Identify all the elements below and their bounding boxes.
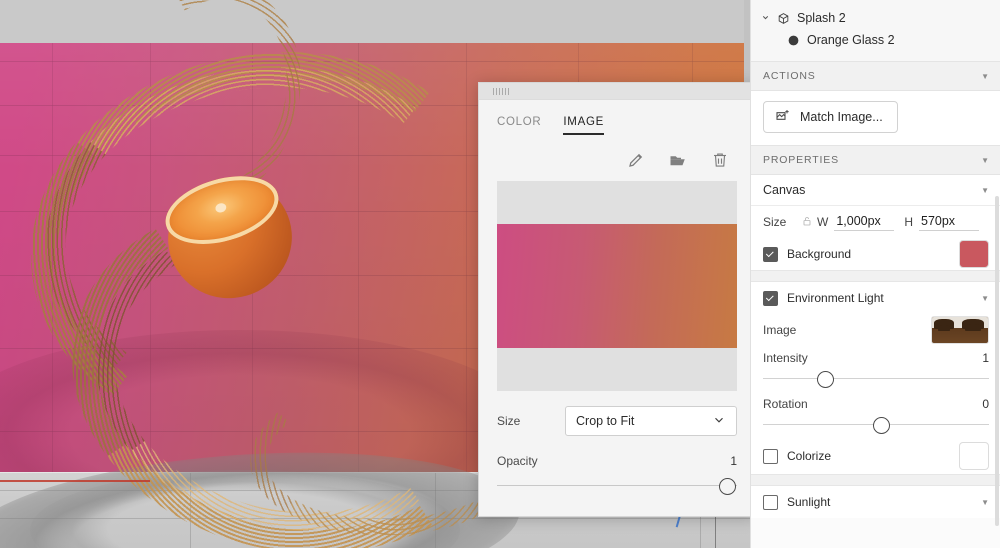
caret-down-icon[interactable]: ▼ [981, 72, 989, 81]
rotation-slider-knob[interactable] [873, 417, 890, 434]
rotation-control: Rotation 0 [751, 392, 1000, 438]
section-divider [751, 270, 1000, 282]
open-folder-icon[interactable] [669, 151, 687, 169]
material-sphere-icon [785, 32, 801, 48]
sunlight-label: Sunlight [787, 495, 831, 509]
canvas-size-label: Size [763, 215, 787, 229]
colorize-row: Colorize [751, 438, 1000, 474]
opacity-row: Opacity 1 [497, 454, 737, 468]
environment-image-row: Image [751, 314, 1000, 346]
model-cube-icon [775, 10, 791, 26]
rotation-slider[interactable] [763, 416, 989, 434]
opacity-slider-knob[interactable] [719, 478, 736, 495]
background-color-swatch[interactable] [959, 240, 989, 268]
environment-image-label: Image [763, 323, 797, 337]
canvas-height-field[interactable]: H 570px [904, 213, 979, 231]
canvas-label: Canvas [763, 183, 806, 197]
canvas-background-row: Background [751, 238, 1000, 270]
intensity-label: Intensity [763, 351, 808, 365]
caret-down-icon[interactable]: ▼ [981, 294, 989, 303]
actions-title: ACTIONS [763, 70, 816, 82]
opacity-slider[interactable] [497, 478, 737, 495]
actions-section-header[interactable]: ACTIONS ▼ [751, 61, 1000, 91]
size-label: Size [497, 414, 521, 428]
hdri-thumbnail[interactable] [931, 316, 989, 344]
rotation-label: Rotation [763, 397, 808, 411]
viewport-upper-background [0, 0, 750, 43]
axis-gizmo-x-secondary [0, 480, 150, 482]
match-image-button[interactable]: Match Image... [763, 101, 898, 133]
intensity-slider[interactable] [763, 370, 989, 388]
caret-down-icon[interactable]: ▼ [981, 156, 989, 165]
caret-down-icon[interactable]: ▼ [981, 186, 989, 195]
intensity-value: 1 [982, 351, 989, 365]
right-panel-scrollbar[interactable] [995, 196, 999, 526]
sunlight-row: Sunlight ▼ [751, 486, 1000, 518]
caret-down-icon[interactable]: ▼ [981, 498, 989, 507]
size-mode-select[interactable]: Crop to Fit [565, 406, 737, 436]
canvas-width-field[interactable]: W 1,000px [817, 213, 895, 231]
drag-grip-icon [493, 87, 509, 95]
colorize-color-swatch[interactable] [959, 442, 989, 470]
environment-light-label: Environment Light [787, 291, 884, 305]
panel-drag-handle[interactable] [479, 83, 755, 100]
panel-tabs[interactable]: COLOR IMAGE [497, 100, 737, 135]
colorize-checkbox[interactable] [763, 448, 778, 464]
match-image-label: Match Image... [800, 110, 883, 124]
sunlight-checkbox[interactable] [763, 494, 778, 510]
canvas-group-header[interactable]: Canvas ▼ [751, 175, 1000, 206]
image-tool-icons[interactable] [497, 135, 737, 169]
image-preview[interactable] [497, 181, 737, 391]
height-value[interactable]: 570px [919, 213, 979, 231]
section-divider-2 [751, 474, 1000, 486]
intensity-slider-knob[interactable] [817, 371, 834, 388]
chevron-down-icon[interactable] [761, 13, 775, 24]
height-axis-label: H [904, 215, 913, 229]
intensity-slider-track [763, 378, 989, 379]
background-checkbox[interactable] [763, 246, 778, 262]
intensity-control: Intensity 1 [751, 346, 1000, 392]
actions-section-body: Match Image... [751, 91, 1000, 145]
tree-item-label: Splash 2 [797, 11, 846, 25]
tree-item-splash-2[interactable]: Splash 2 [751, 7, 1000, 29]
image-preview-gradient [497, 224, 737, 348]
environment-light-checkbox[interactable] [763, 290, 778, 306]
width-axis-label: W [817, 215, 829, 229]
properties-section-header[interactable]: PROPERTIES ▼ [751, 145, 1000, 175]
background-label: Background [787, 247, 852, 261]
colorize-label: Colorize [787, 449, 832, 463]
tab-color[interactable]: COLOR [497, 116, 541, 135]
rotation-value: 0 [982, 397, 989, 411]
tree-item-label: Orange Glass 2 [807, 33, 895, 47]
aspect-lock-icon[interactable] [801, 215, 813, 230]
app-root: COLOR IMAGE Size Crop to Fit Opacity 1 S… [0, 0, 1000, 548]
delete-trash-icon[interactable] [711, 151, 729, 169]
tab-image[interactable]: IMAGE [563, 116, 604, 135]
width-value[interactable]: 1,000px [834, 213, 895, 231]
environment-light-row: Environment Light ▼ [751, 282, 1000, 314]
match-image-icon [775, 108, 791, 127]
image-properties-popover[interactable]: COLOR IMAGE Size Crop to Fit Opacity 1 [478, 82, 756, 517]
opacity-slider-track [497, 485, 737, 486]
edit-pencil-icon[interactable] [627, 151, 645, 169]
tree-item-orange-glass-2[interactable]: Orange Glass 2 [751, 29, 1000, 51]
size-mode-value: Crop to Fit [576, 414, 635, 428]
opacity-value: 1 [730, 454, 737, 468]
size-row: Size Crop to Fit [497, 406, 737, 436]
chevron-down-icon [712, 413, 726, 430]
opacity-label: Opacity [497, 454, 538, 468]
right-properties-panel: Splash 2 Orange Glass 2 ACTIONS ▼ Match … [750, 0, 1000, 548]
properties-title: PROPERTIES [763, 154, 839, 166]
scene-tree: Splash 2 Orange Glass 2 [751, 0, 1000, 61]
canvas-size-row: Size W 1,000px H 570px [751, 206, 1000, 238]
